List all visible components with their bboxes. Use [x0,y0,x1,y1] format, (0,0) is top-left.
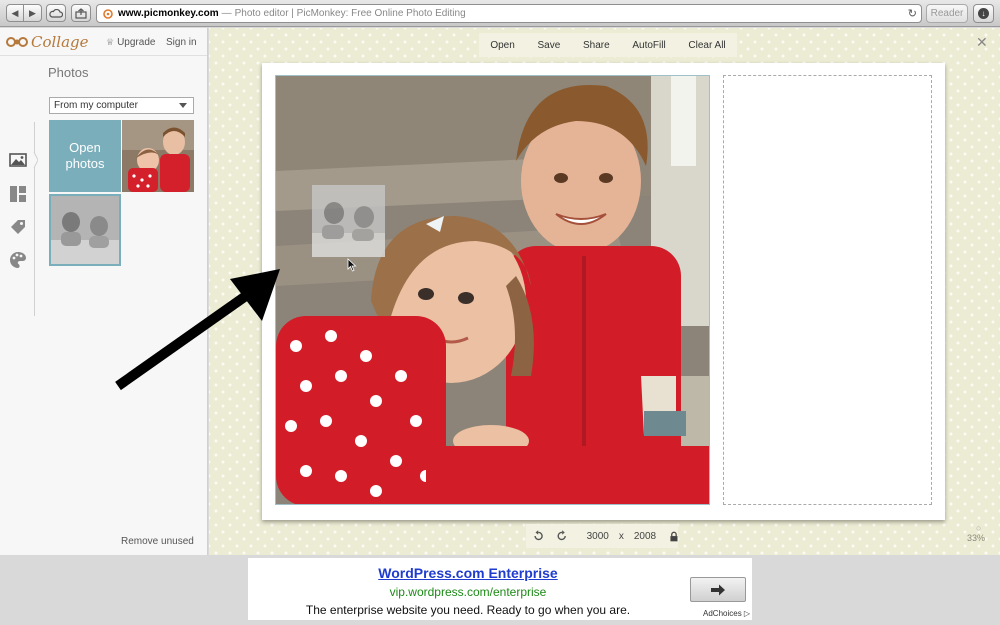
kids-bath-bw-thumb-image [51,196,119,264]
autofill-button[interactable]: AutoFill [632,40,665,51]
share-icon [75,7,87,19]
upgrade-label: Upgrade [117,37,156,48]
tag-icon[interactable] [8,217,28,237]
download-icon: ↓ [978,8,989,19]
logo-bar: Collage ♕ Upgrade Sign in [0,28,207,56]
annotation-arrow-icon [115,269,280,391]
ad-description: The enterprise website you need. Ready t… [305,603,631,617]
save-button[interactable]: Save [538,40,561,51]
reader-button[interactable]: Reader [926,4,968,23]
collage-cell-empty[interactable] [723,75,932,505]
url-separator: — [221,8,232,19]
history-nav: ◀ ▶ [6,4,42,22]
collage-cell-photo[interactable] [275,75,710,505]
adchoices-label: AdChoices [703,609,742,618]
adchoices-icon: ▷ [743,609,751,618]
panel-title: Photos [48,65,89,80]
icloud-tabs-button[interactable] [46,4,66,22]
photo-thumbnail-color[interactable] [122,120,194,192]
dragged-photo-preview [312,185,385,257]
image-icon[interactable] [8,150,28,170]
reload-icon[interactable]: ↻ [908,7,917,20]
rotate-left-icon[interactable] [532,529,544,543]
picmonkey-favicon-icon [103,8,113,19]
logo-text: Collage [31,33,89,51]
collage-logo[interactable]: Collage [6,33,89,51]
photo-source-value: From my computer [54,100,138,111]
kids-bath-bw-drag-image [312,185,385,257]
remove-unused-link[interactable]: Remove unused [121,536,194,547]
dimension-times: x [618,530,624,542]
collage-toolbar: Open Save Share AutoFill Clear All [479,33,737,57]
open-button[interactable]: Open [490,40,514,51]
downloads-button[interactable]: ↓ [973,4,994,23]
active-tab-notch [33,152,38,168]
back-button[interactable]: ◀ [6,4,24,22]
adchoices-link[interactable]: AdChoices ▷ [703,609,750,618]
url-host: www.picmonkey.com [118,8,219,19]
photo-source-select[interactable]: From my computer [49,97,194,114]
canvas-height-field[interactable]: 2008 [634,531,656,542]
open-photos-button[interactable]: Open photos [49,120,121,192]
lock-icon[interactable] [670,531,678,542]
collage-canvas [262,63,945,520]
zoom-level: 33% [967,533,986,543]
back-arrow-icon: ◀ [11,7,19,18]
crown-icon: ♕ [106,37,115,47]
picmonkey-logo-icon [6,37,28,47]
cloud-icon [49,8,63,18]
rotate-right-icon[interactable] [556,529,568,543]
layout-icon[interactable] [8,184,28,204]
clear-all-button[interactable]: Clear All [688,40,725,51]
kids-photo-image [276,76,709,504]
canvas-size-bar: 3000 x 2008 [526,524,678,548]
canvas-width-field[interactable]: 3000 [587,531,609,542]
ad-banner: WordPress.com Enterprise vip.wordpress.c… [248,558,752,620]
share-sheet-button[interactable] [71,4,91,22]
share-button[interactable]: Share [583,40,610,51]
forward-arrow-icon: ▶ [29,7,36,18]
collage-workspace: Open Save Share AutoFill Clear All ✕ 300… [209,28,1000,555]
browser-toolbar: ◀ ▶ www.picmonkey.com — Photo editor | P… [0,0,1000,27]
ad-go-button[interactable] [690,577,746,602]
zoom-slider-handle[interactable]: ○ [976,523,981,533]
kids-color-thumb-image [122,120,194,192]
ad-url[interactable]: vip.wordpress.com/enterprise [248,585,688,599]
signin-link[interactable]: Sign in [166,37,197,48]
address-bar[interactable]: www.picmonkey.com — Photo editor | PicMo… [96,4,922,23]
ad-title-link[interactable]: WordPress.com Enterprise [248,565,688,581]
palette-icon[interactable] [8,250,28,270]
arrow-right-icon [711,584,725,595]
mouse-cursor-icon [347,258,357,272]
chevron-down-icon [179,103,187,108]
upgrade-link[interactable]: ♕ Upgrade [106,37,155,48]
close-icon[interactable]: ✕ [976,34,988,51]
forward-button[interactable]: ▶ [24,4,42,22]
page-title-in-url: Photo editor | PicMonkey: Free Online Ph… [234,8,466,19]
